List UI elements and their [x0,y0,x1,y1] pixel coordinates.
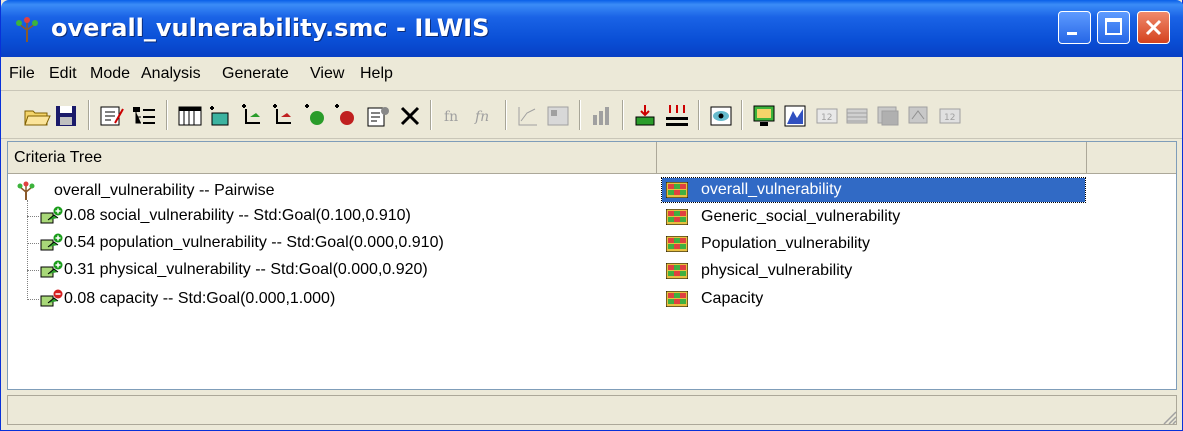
show-icon[interactable] [706,101,736,131]
map-icon[interactable] [543,101,573,131]
column-header-criteria-tree[interactable]: Criteria Tree [8,142,657,174]
tree-connector [27,270,39,271]
window-title: overall_vulnerability.smc - ILWIS [51,14,490,42]
add-group-icon[interactable] [206,101,236,131]
tree-root-icon [16,181,40,201]
menu-help[interactable]: Help [360,65,393,83]
tree-connector [27,216,39,217]
tree-root[interactable]: overall_vulnerability -- Pairwise [16,179,616,203]
benefit-factor-icon [40,233,64,253]
tree-item-label: 0.08 social_vulnerability -- Std:Goal(0.… [64,207,411,224]
svg-text:fn: fn [474,109,489,125]
resize-grip-icon[interactable] [1158,406,1178,426]
criteria-tree-view: Criteria Tree overall_vulnerability -- P… [7,141,1177,390]
menu-generate[interactable]: Generate [222,65,289,83]
chart-icon[interactable] [513,101,543,131]
toolbar-separator [741,100,743,130]
toolbar-separator [88,100,90,130]
svg-text:12: 12 [821,113,832,123]
toolbar-separator [698,100,700,130]
menu-file[interactable]: File [9,65,35,83]
maplist2-icon[interactable] [904,101,934,131]
close-button[interactable] [1137,11,1170,44]
toolbar-separator [430,100,432,130]
column-header-filler [1087,142,1176,174]
open-icon[interactable] [22,101,52,131]
menu-edit[interactable]: Edit [49,65,77,83]
map-item-selected[interactable]: overall_vulnerability [661,177,1086,203]
column-header-maps[interactable] [657,142,1087,174]
map-item-label: Generic_social_vulnerability [701,208,901,225]
tree-root-label: overall_vulnerability -- Pairwise [54,182,275,199]
map-item-label: Capacity [701,290,764,307]
maplist-icon[interactable] [873,101,903,131]
tree-item-label: 0.31 physical_vulnerability -- Std:Goal(… [64,261,428,278]
status-pane [7,395,1177,425]
add-cost-icon[interactable] [331,101,361,131]
svg-text:fn: fn [444,109,458,125]
toolbar-separator [622,100,624,130]
add-benefit-icon[interactable] [301,101,331,131]
save-icon[interactable] [51,101,81,131]
generate-all-icon[interactable] [662,101,692,131]
toolbar: fn fn 12 12 [1,91,1182,139]
map-item-label: Population_vulnerability [701,235,870,252]
tree-connector [27,299,39,300]
raster-map-icon [666,263,688,279]
benefit-factor-icon [40,206,64,226]
raster-map-icon [666,236,688,252]
weights-icon[interactable] [587,101,617,131]
ilwis-app-icon[interactable] [13,16,41,44]
menu-mode[interactable]: Mode [90,65,130,83]
raster-map-icon [666,182,688,198]
value-icon[interactable]: 12 [812,101,842,131]
tree-mode-icon[interactable] [129,101,159,131]
table-icon[interactable] [175,101,205,131]
toolbar-separator [166,100,168,130]
status-bar [1,393,1182,430]
menu-analysis[interactable]: Analysis [141,65,201,83]
histogram-icon[interactable] [780,101,810,131]
tree-item-label: 0.54 population_vulnerability -- Std:Goa… [64,234,444,251]
svg-text:12: 12 [944,113,955,123]
toolbar-separator [505,100,507,130]
tree-connector [27,243,39,244]
number-icon[interactable]: 12 [935,101,965,131]
map-item-label: overall_vulnerability [698,178,845,202]
function-icon[interactable]: fn [438,101,468,131]
app-window: overall_vulnerability.smc - ILWIS File E… [0,0,1183,431]
maximize-button[interactable] [1097,11,1130,44]
raster-map-icon [666,291,688,307]
tree-connector [27,200,28,300]
delete-icon[interactable] [395,101,425,131]
generate-icon[interactable] [630,101,660,131]
title-bar[interactable]: overall_vulnerability.smc - ILWIS [1,0,1183,57]
map-item-label: physical_vulnerability [701,262,853,279]
toolbar-separator [579,100,581,130]
edit-mode-icon[interactable] [97,101,127,131]
properties-icon[interactable] [363,101,393,131]
function-disabled-icon[interactable]: fn [469,101,499,131]
display-icon[interactable] [749,101,779,131]
menu-view[interactable]: View [310,65,344,83]
value-table-icon[interactable] [842,101,872,131]
cost-factor-icon [40,289,64,309]
minimize-button[interactable] [1058,11,1091,44]
raster-map-icon [666,209,688,225]
menu-bar: File Edit Mode Analysis Generate View He… [1,57,1182,91]
add-factor-icon[interactable] [238,101,268,131]
benefit-factor-icon [40,260,64,280]
add-constraint-icon[interactable] [269,101,299,131]
tree-item-label: 0.08 capacity -- Std:Goal(0.000,1.000) [64,290,336,307]
